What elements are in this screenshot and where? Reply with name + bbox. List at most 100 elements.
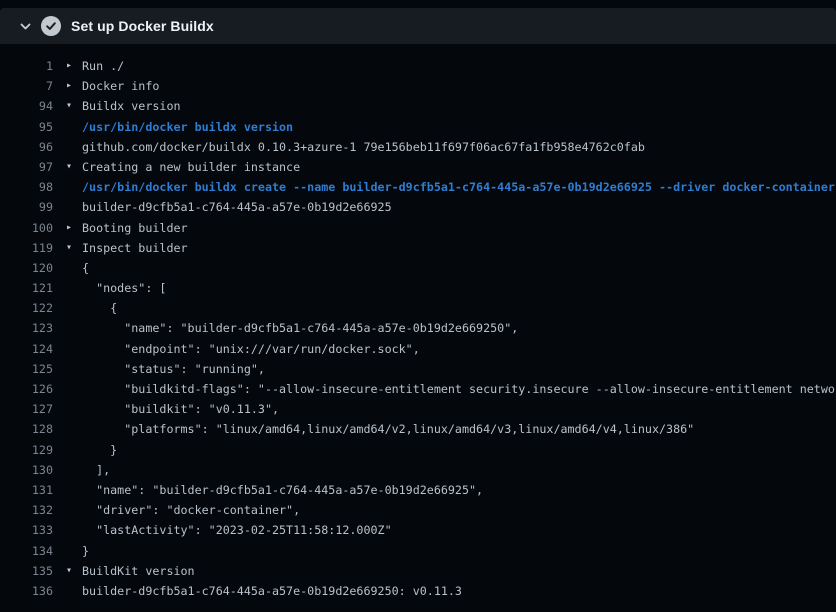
line-number[interactable]: 124 (0, 339, 53, 359)
line-number[interactable]: 133 (0, 520, 53, 540)
log-line: 133 "lastActivity": "2023-02-25T11:58:12… (0, 520, 836, 540)
group-collapsed-triangle-icon[interactable]: ▸ (53, 56, 82, 76)
line-number[interactable]: 126 (0, 379, 53, 399)
log-line: 121 "nodes": [ (0, 278, 836, 298)
log-line: 126 "buildkitd-flags": "--allow-insecure… (0, 379, 836, 399)
line-number[interactable]: 128 (0, 419, 53, 439)
log-line: 122 { (0, 298, 836, 318)
group-title[interactable]: Run ./ (82, 56, 124, 76)
marker-spacer (53, 581, 82, 601)
line-number[interactable]: 7 (0, 76, 53, 96)
log-line: 95/usr/bin/docker buildx version (0, 117, 836, 137)
log-line: 123 "name": "builder-d9cfb5a1-c764-445a-… (0, 318, 836, 338)
line-number[interactable]: 97 (0, 157, 53, 177)
chevron-down-icon[interactable] (19, 20, 32, 33)
marker-spacer (53, 258, 82, 278)
command-text: /usr/bin/docker buildx version (82, 117, 293, 137)
command-text: /usr/bin/docker buildx create --name bui… (82, 177, 835, 197)
line-number[interactable]: 94 (0, 96, 53, 116)
output-text: "buildkitd-flags": "--allow-insecure-ent… (82, 379, 836, 399)
line-number[interactable]: 130 (0, 460, 53, 480)
line-number[interactable]: 96 (0, 137, 53, 157)
output-text: { (82, 298, 117, 318)
group-expanded-triangle-icon[interactable]: ▾ (53, 238, 82, 258)
group-title[interactable]: Creating a new builder instance (82, 157, 300, 177)
line-number[interactable]: 135 (0, 561, 53, 581)
line-number[interactable]: 100 (0, 218, 53, 238)
group-collapsed-triangle-icon[interactable]: ▸ (53, 76, 82, 96)
output-text: } (82, 541, 89, 561)
step-header[interactable]: Set up Docker Buildx (0, 8, 836, 44)
marker-spacer (53, 480, 82, 500)
log-line: 94▾Buildx version (0, 96, 836, 116)
line-number[interactable]: 125 (0, 359, 53, 379)
group-collapsed-triangle-icon[interactable]: ▸ (53, 218, 82, 238)
line-number[interactable]: 131 (0, 480, 53, 500)
line-number[interactable]: 129 (0, 440, 53, 460)
log-line: 129 } (0, 440, 836, 460)
group-title[interactable]: BuildKit version (82, 561, 195, 581)
line-number[interactable]: 120 (0, 258, 53, 278)
output-text: } (82, 440, 117, 460)
line-number[interactable]: 121 (0, 278, 53, 298)
line-number[interactable]: 127 (0, 399, 53, 419)
group-title[interactable]: Booting builder (82, 218, 188, 238)
group-expanded-triangle-icon[interactable]: ▾ (53, 96, 82, 116)
output-text: "lastActivity": "2023-02-25T11:58:12.000… (82, 520, 392, 540)
output-text: "platforms": "linux/amd64,linux/amd64/v2… (82, 419, 694, 439)
line-number[interactable]: 98 (0, 177, 53, 197)
log-line: 125 "status": "running", (0, 359, 836, 379)
log-line: 124 "endpoint": "unix:///var/run/docker.… (0, 339, 836, 359)
check-circle-icon (41, 16, 61, 36)
marker-spacer (53, 460, 82, 480)
line-number[interactable]: 119 (0, 238, 53, 258)
group-title[interactable]: Docker info (82, 76, 159, 96)
marker-spacer (53, 339, 82, 359)
marker-spacer (53, 278, 82, 298)
output-text: "buildkit": "v0.11.3", (82, 399, 279, 419)
output-text: "nodes": [ (82, 278, 166, 298)
marker-spacer (53, 359, 82, 379)
group-expanded-triangle-icon[interactable]: ▾ (53, 157, 82, 177)
log-line: 97▾Creating a new builder instance (0, 157, 836, 177)
log-viewer: 1▸Run ./7▸Docker info94▾Buildx version95… (0, 44, 836, 601)
log-line: 1▸Run ./ (0, 56, 836, 76)
output-text: builder-d9cfb5a1-c764-445a-a57e-0b19d2e6… (82, 581, 462, 601)
log-line: 132 "driver": "docker-container", (0, 500, 836, 520)
log-line: 135▾BuildKit version (0, 561, 836, 581)
output-text: "name": "builder-d9cfb5a1-c764-445a-a57e… (82, 318, 518, 338)
group-expanded-triangle-icon[interactable]: ▾ (53, 561, 82, 581)
line-number[interactable]: 99 (0, 197, 53, 217)
output-text: ], (82, 460, 110, 480)
marker-spacer (53, 318, 82, 338)
line-number[interactable]: 132 (0, 500, 53, 520)
line-number[interactable]: 134 (0, 541, 53, 561)
log-line: 128 "platforms": "linux/amd64,linux/amd6… (0, 419, 836, 439)
group-title[interactable]: Buildx version (82, 96, 181, 116)
line-number[interactable]: 123 (0, 318, 53, 338)
output-text: builder-d9cfb5a1-c764-445a-a57e-0b19d2e6… (82, 197, 392, 217)
line-number[interactable]: 1 (0, 56, 53, 76)
output-text: "driver": "docker-container", (82, 500, 300, 520)
line-number[interactable]: 95 (0, 117, 53, 137)
log-line: 131 "name": "builder-d9cfb5a1-c764-445a-… (0, 480, 836, 500)
line-number[interactable]: 122 (0, 298, 53, 318)
marker-spacer (53, 399, 82, 419)
marker-spacer (53, 520, 82, 540)
marker-spacer (53, 500, 82, 520)
marker-spacer (53, 298, 82, 318)
log-line: 134} (0, 541, 836, 561)
group-title[interactable]: Inspect builder (82, 238, 188, 258)
line-number[interactable]: 136 (0, 581, 53, 601)
output-text: { (82, 258, 89, 278)
log-line: 119▾Inspect builder (0, 238, 836, 258)
marker-spacer (53, 419, 82, 439)
marker-spacer (53, 541, 82, 561)
marker-spacer (53, 137, 82, 157)
marker-spacer (53, 117, 82, 137)
log-line: 7▸Docker info (0, 76, 836, 96)
log-line: 120 { (0, 258, 836, 278)
output-text: "endpoint": "unix:///var/run/docker.sock… (82, 339, 420, 359)
log-line: 99 builder-d9cfb5a1-c764-445a-a57e-0b19d2… (0, 197, 836, 217)
log-line: 98/usr/bin/docker buildx create --name b… (0, 177, 836, 197)
